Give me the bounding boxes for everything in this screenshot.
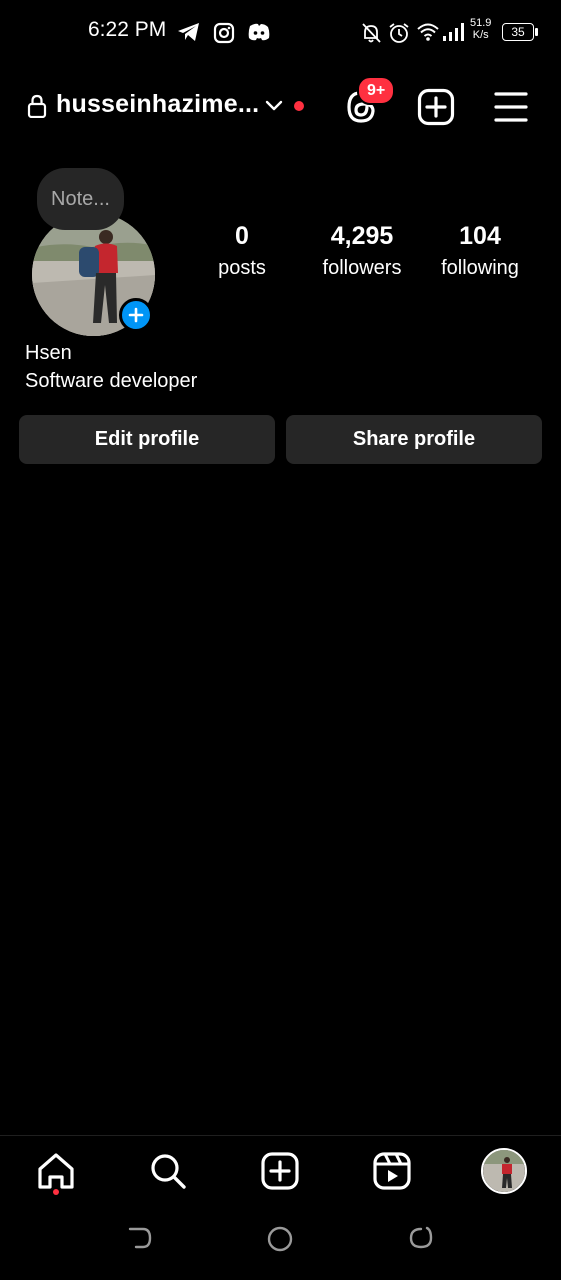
nav-divider: [0, 1135, 561, 1136]
reels-icon[interactable]: [369, 1148, 415, 1194]
search-icon[interactable]: [145, 1148, 191, 1194]
stat-label: followers: [322, 257, 402, 279]
battery-icon: 35: [502, 23, 538, 41]
home-circle-icon[interactable]: [266, 1225, 294, 1253]
instagram-icon: [213, 22, 235, 44]
edit-profile-button[interactable]: Edit profile: [19, 415, 275, 464]
stat-label: following: [441, 257, 519, 279]
stat-label: posts: [218, 257, 266, 279]
share-profile-button[interactable]: Share profile: [286, 415, 542, 464]
back-icon[interactable]: [126, 1225, 154, 1251]
wifi-icon: [417, 23, 439, 41]
profile-avatar[interactable]: [481, 1148, 527, 1194]
stat-value: 0: [235, 222, 249, 250]
profile-photo-thumb: [483, 1150, 525, 1192]
chevron-down-icon[interactable]: [263, 98, 285, 114]
lock-icon: [27, 94, 47, 118]
home-activity-dot: [53, 1189, 59, 1195]
stat-following[interactable]: 104 following: [430, 222, 530, 280]
home-icon[interactable]: [33, 1148, 79, 1194]
recents-icon[interactable]: [407, 1225, 435, 1251]
mute-bell-icon: [362, 23, 381, 43]
add-story-button[interactable]: [119, 298, 153, 332]
discord-icon: [248, 23, 270, 41]
stat-value: 104: [459, 222, 501, 250]
status-time: 6:22 PM: [88, 18, 167, 41]
threads-badge: 9+: [357, 76, 396, 105]
notification-dot: [294, 101, 304, 111]
menu-icon[interactable]: [493, 90, 529, 124]
telegram-icon: [178, 23, 199, 41]
alarm-icon: [389, 23, 409, 43]
plus-icon: [128, 307, 144, 323]
profile-bio: Software developer: [25, 370, 198, 392]
account-switcher-username[interactable]: husseinhazime...: [56, 90, 259, 119]
create-plus-icon[interactable]: [417, 88, 455, 126]
new-post-icon[interactable]: [257, 1148, 303, 1194]
network-speed-unit: K/s: [472, 29, 489, 41]
stat-value: 4,295: [330, 222, 394, 250]
signal-icon: [443, 23, 464, 41]
profile-name: Hsen: [25, 342, 72, 364]
note-bubble[interactable]: Note...: [37, 168, 124, 230]
stat-followers[interactable]: 4,295 followers: [306, 222, 418, 280]
network-speed-value: 51.9: [470, 17, 492, 29]
stat-posts[interactable]: 0 posts: [202, 222, 282, 280]
network-speed: 51.9 K/s: [470, 17, 491, 41]
